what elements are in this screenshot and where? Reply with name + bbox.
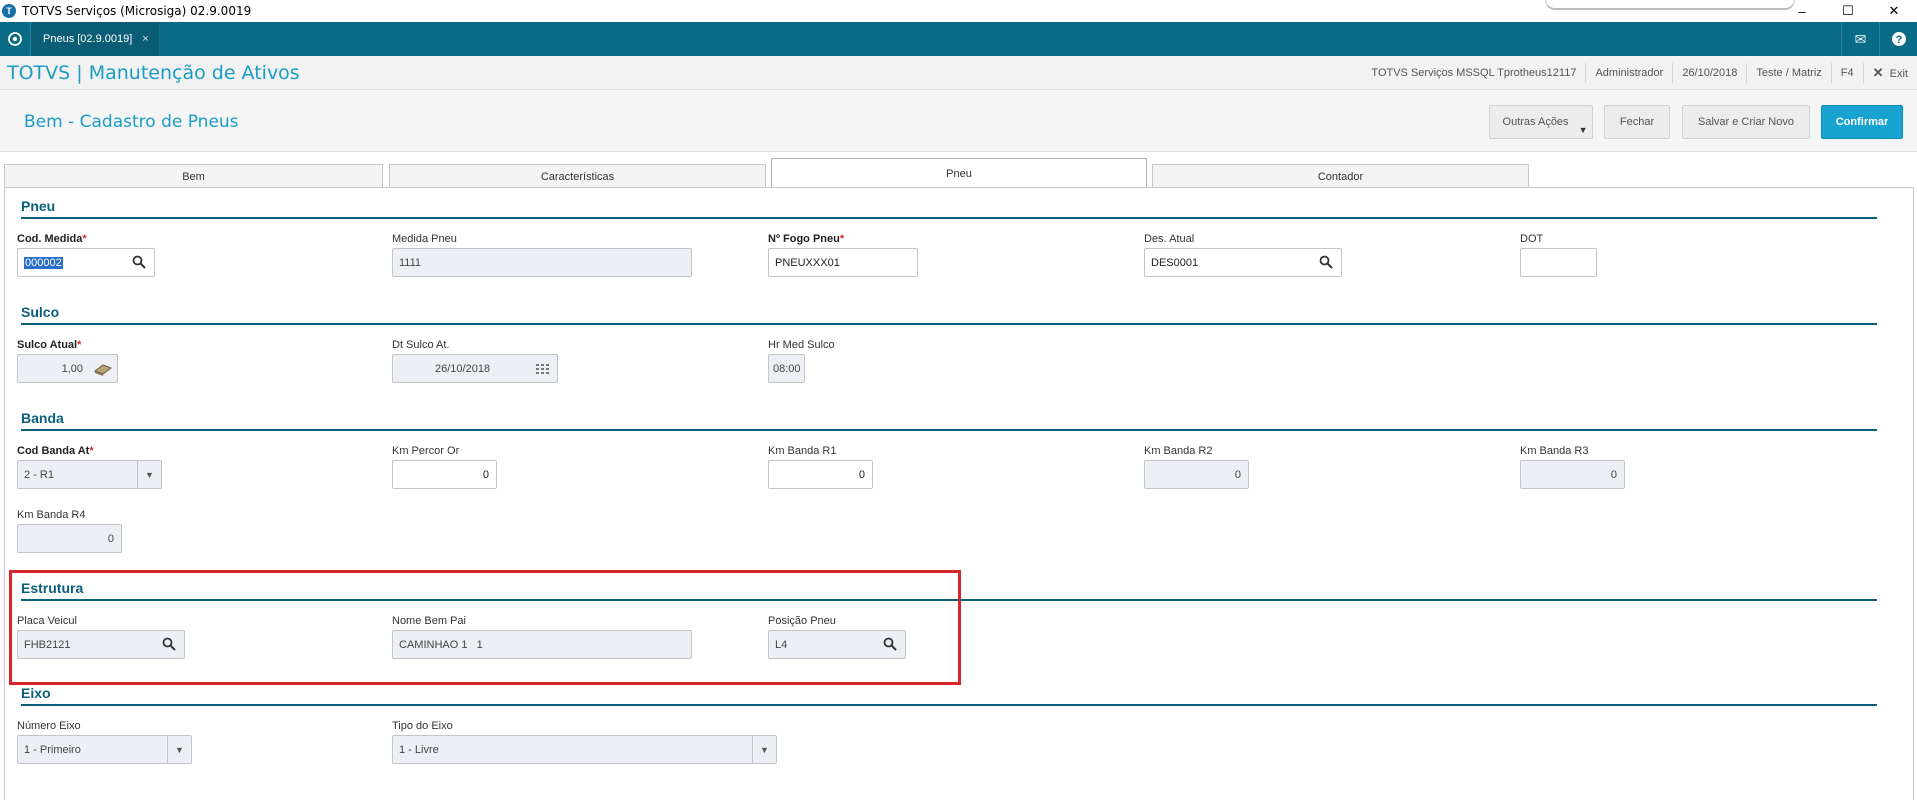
chevron-down-icon[interactable]: ▼ bbox=[137, 461, 161, 488]
numero-eixo-select[interactable]: 1 - Primeiro ▼ bbox=[17, 735, 192, 764]
search-icon[interactable] bbox=[132, 255, 146, 269]
chevron-down-icon[interactable]: ▼ bbox=[167, 736, 191, 763]
close-window-button[interactable]: ✕ bbox=[1871, 0, 1917, 22]
form-content: Pneu Cod. Medida* 000002 Medida Pneu 111… bbox=[4, 187, 1914, 800]
km-percor-input[interactable]: 0 bbox=[392, 460, 497, 489]
annotation-highlight-box bbox=[9, 570, 961, 685]
fechar-button[interactable]: Fechar bbox=[1604, 105, 1670, 139]
svg-text:?: ? bbox=[1895, 34, 1902, 46]
km-r3-label: Km Banda R3 bbox=[1520, 445, 1589, 457]
km-r4-field: 0 bbox=[17, 524, 122, 553]
numero-eixo-label: Número Eixo bbox=[17, 720, 81, 732]
km-r2-label: Km Banda R2 bbox=[1144, 445, 1213, 457]
des-atual-label: Des. Atual bbox=[1144, 233, 1195, 245]
section-banda-title: Banda bbox=[21, 410, 64, 426]
shortcut-info[interactable]: F4 bbox=[1830, 63, 1863, 83]
section-eixo-title: Eixo bbox=[21, 685, 51, 701]
folder-contador[interactable]: Contador bbox=[1152, 164, 1529, 188]
close-tab-icon[interactable]: × bbox=[142, 33, 148, 45]
hr-med-sulco-input[interactable]: 08:00 bbox=[768, 354, 805, 383]
cod-medida-value: 000002 bbox=[24, 256, 63, 269]
chevron-down-icon: ▼ bbox=[1578, 125, 1588, 135]
section-pneu-title: Pneu bbox=[21, 198, 56, 214]
km-r3-field: 0 bbox=[1520, 460, 1625, 489]
tipo-eixo-label: Tipo do Eixo bbox=[392, 720, 453, 732]
outras-acoes-button[interactable]: Outras Ações ▼ bbox=[1489, 105, 1593, 139]
session-info: TOTVS Serviços MSSQL Tprotheus12117 Admi… bbox=[1362, 56, 1917, 90]
minimize-button[interactable]: – bbox=[1779, 0, 1825, 22]
section-divider bbox=[21, 429, 1877, 431]
des-atual-input[interactable]: DES0001 bbox=[1144, 248, 1342, 277]
calculator-icon[interactable] bbox=[93, 361, 113, 377]
branch-info[interactable]: Teste / Matriz bbox=[1746, 63, 1830, 83]
sulco-atual-label: Sulco Atual* bbox=[17, 339, 82, 351]
medida-pneu-field: 1111 bbox=[392, 248, 692, 277]
chevron-down-icon[interactable]: ▼ bbox=[752, 736, 776, 763]
close-icon: ✕ bbox=[1872, 64, 1884, 80]
nro-fogo-input[interactable]: PNEUXXX01 bbox=[768, 248, 918, 277]
section-divider bbox=[21, 323, 1877, 325]
mail-icon[interactable]: ✉ bbox=[1841, 22, 1879, 56]
cod-banda-label: Cod Banda At* bbox=[17, 445, 94, 457]
dt-sulco-value: 26/10/2018 bbox=[435, 362, 491, 375]
sulco-atual-value: 1,00 bbox=[61, 362, 83, 375]
window-controls: – ☐ ✕ bbox=[1779, 0, 1917, 22]
outras-acoes-label: Outras Ações bbox=[1502, 116, 1569, 128]
km-percor-label: Km Percor Or bbox=[392, 445, 460, 457]
section-divider bbox=[21, 704, 1877, 706]
home-icon[interactable] bbox=[0, 22, 30, 56]
form-header: Bem - Cadastro de Pneus Outras Ações ▼ F… bbox=[0, 90, 1917, 152]
folder-bem[interactable]: Bem bbox=[4, 164, 383, 188]
cod-banda-value: 2 - R1 bbox=[24, 468, 54, 481]
sulco-atual-input[interactable]: 1,00 bbox=[17, 354, 118, 383]
window-title: TOTVS Serviços (Microsiga) 02.9.0019 bbox=[22, 4, 252, 18]
km-r1-label: Km Banda R1 bbox=[768, 445, 837, 457]
numero-eixo-value: 1 - Primeiro bbox=[24, 743, 81, 756]
tab-label: Pneus [02.9.0019] bbox=[43, 33, 133, 45]
medida-pneu-label: Medida Pneu bbox=[392, 233, 457, 245]
nro-fogo-label: Nº Fogo Pneu* bbox=[768, 233, 845, 245]
dot-input[interactable] bbox=[1520, 248, 1597, 277]
exit-button[interactable]: ✕ Exit bbox=[1862, 62, 1917, 84]
dot-label: DOT bbox=[1520, 233, 1544, 245]
km-r4-label: Km Banda R4 bbox=[17, 509, 86, 521]
tipo-eixo-value: 1 - Livre bbox=[399, 743, 439, 756]
tab-strip: Pneus [02.9.0019] × ✉ ? bbox=[0, 22, 1917, 56]
exit-label: Exit bbox=[1889, 67, 1908, 80]
km-r2-field: 0 bbox=[1144, 460, 1249, 489]
confirmar-button[interactable]: Confirmar bbox=[1821, 105, 1903, 139]
tab-pneus[interactable]: Pneus [02.9.0019] × bbox=[30, 22, 159, 56]
calendar-icon[interactable] bbox=[535, 362, 551, 376]
section-divider bbox=[21, 217, 1877, 219]
folder-tabs: Bem Características Pneu Contador bbox=[4, 158, 1916, 188]
maximize-button[interactable]: ☐ bbox=[1825, 0, 1871, 22]
folder-pneu[interactable]: Pneu bbox=[771, 158, 1147, 188]
dt-sulco-label: Dt Sulco At. bbox=[392, 339, 450, 351]
search-icon[interactable] bbox=[1319, 255, 1333, 269]
date-info: 26/10/2018 bbox=[1672, 63, 1746, 83]
window-titlebar: T TOTVS Serviços (Microsiga) 02.9.0019 –… bbox=[0, 0, 1917, 22]
form-title: Bem - Cadastro de Pneus bbox=[24, 112, 239, 132]
cod-banda-select[interactable]: 2 - R1 ▼ bbox=[17, 460, 162, 489]
tipo-eixo-select[interactable]: 1 - Livre ▼ bbox=[392, 735, 777, 764]
dt-sulco-input[interactable]: 26/10/2018 bbox=[392, 354, 558, 383]
cod-medida-label: Cod. Medida* bbox=[17, 233, 87, 245]
help-icon[interactable]: ? bbox=[1879, 22, 1917, 56]
cod-medida-input[interactable]: 000002 bbox=[17, 248, 155, 277]
module-title: TOTVS | Manutenção de Ativos bbox=[7, 61, 300, 84]
user-info: Administrador bbox=[1585, 63, 1672, 83]
company-info: TOTVS Serviços MSSQL Tprotheus12117 bbox=[1371, 67, 1577, 79]
des-atual-value: DES0001 bbox=[1151, 256, 1199, 269]
section-sulco-title: Sulco bbox=[21, 304, 60, 320]
app-icon: T bbox=[2, 4, 16, 18]
hr-med-sulco-label: Hr Med Sulco bbox=[768, 339, 835, 351]
module-header: TOTVS | Manutenção de Ativos TOTVS Servi… bbox=[0, 56, 1917, 90]
salvar-criar-novo-button[interactable]: Salvar e Criar Novo bbox=[1682, 105, 1810, 139]
folder-caracteristicas[interactable]: Características bbox=[389, 164, 766, 188]
km-r1-input[interactable]: 0 bbox=[768, 460, 873, 489]
window-drag-handle[interactable] bbox=[1545, 0, 1795, 10]
